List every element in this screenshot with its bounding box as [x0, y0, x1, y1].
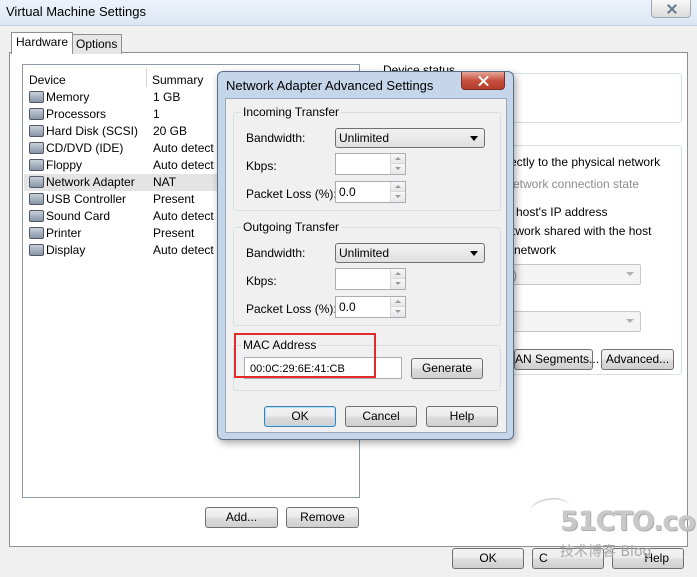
outgoing-kbps-spinner[interactable] [335, 268, 406, 290]
close-icon[interactable] [651, 0, 691, 18]
device-name: Processors [46, 107, 107, 121]
outgoing-packet-loss-spinner[interactable]: 0.0 [335, 296, 406, 318]
chevron-down-icon [470, 251, 478, 256]
remove-button[interactable]: Remove [286, 507, 359, 528]
spin-down-icon[interactable] [391, 164, 405, 174]
spin-up-icon[interactable] [391, 269, 405, 279]
incoming-packet-loss-label: Packet Loss (%): [246, 187, 337, 201]
device-summary: Auto detect [153, 141, 214, 155]
device-name: Network Adapter [46, 175, 135, 189]
close-icon[interactable] [461, 72, 505, 90]
replicate-description: etwork connection state [513, 177, 640, 191]
ok-button[interactable]: OK [452, 548, 524, 569]
incoming-packet-loss-value: 0.0 [339, 185, 356, 199]
column-divider [146, 68, 147, 87]
device-name: CD/DVD (IDE) [46, 141, 124, 155]
device-name: USB Controller [46, 192, 127, 206]
spinner-buttons[interactable] [390, 154, 405, 174]
dialog-title: Network Adapter Advanced Settings [226, 78, 434, 93]
incoming-packet-loss-spinner[interactable]: 0.0 [335, 181, 406, 203]
tab-hardware[interactable]: Hardware [11, 32, 74, 54]
incoming-bandwidth-select[interactable]: Unlimited [335, 128, 485, 148]
incoming-transfer-title: Incoming Transfer [241, 105, 342, 119]
spin-down-icon[interactable] [391, 307, 405, 317]
spin-up-icon[interactable] [391, 297, 405, 307]
cd-dvd-icon [29, 142, 44, 154]
sound-card-icon [29, 210, 44, 222]
tab-options[interactable]: Options [71, 34, 123, 54]
hard-disk-icon [29, 125, 44, 137]
spin-down-icon[interactable] [391, 192, 405, 202]
outgoing-bandwidth-value: Unlimited [339, 246, 390, 260]
device-summary: Present [153, 192, 195, 206]
window-title: Virtual Machine Settings [6, 4, 146, 19]
spin-down-icon[interactable] [391, 279, 405, 289]
device-summary: NAT [153, 175, 177, 189]
chevron-down-icon [626, 272, 634, 276]
column-header-summary[interactable]: Summary [152, 73, 203, 87]
chevron-down-icon [626, 319, 634, 323]
device-name: Floppy [46, 158, 83, 172]
device-summary: 1 GB [153, 90, 181, 104]
lan-segments-button[interactable]: AN Segments... [514, 349, 599, 370]
column-header-device[interactable]: Device [29, 73, 66, 87]
incoming-bandwidth-value: Unlimited [339, 131, 390, 145]
device-summary: Auto detect [153, 158, 214, 172]
device-summary: 1 [153, 107, 160, 121]
device-name: Sound Card [46, 209, 111, 223]
incoming-bandwidth-label: Bandwidth: [246, 131, 306, 145]
device-name: Memory [46, 90, 90, 104]
device-summary: Auto detect [153, 243, 214, 257]
outgoing-packet-loss-label: Packet Loss (%): [246, 302, 337, 316]
incoming-kbps-label: Kbps: [246, 159, 277, 173]
floppy-icon [29, 159, 44, 171]
outgoing-kbps-label: Kbps: [246, 274, 277, 288]
outgoing-bandwidth-label: Bandwidth: [246, 246, 306, 260]
lan-segment-combo[interactable] [500, 311, 641, 332]
incoming-kbps-spinner[interactable] [335, 153, 406, 175]
printer-icon [29, 227, 44, 239]
nat-description: host's IP address [516, 205, 608, 219]
watermark-text: 技术博客 Blog [560, 544, 652, 560]
display-icon [29, 244, 44, 256]
device-summary: 20 GB [153, 124, 188, 138]
network-adapter-icon [29, 176, 44, 188]
add-button[interactable]: Add... [205, 507, 278, 528]
spin-up-icon[interactable] [391, 182, 405, 192]
device-name: Display [46, 243, 86, 257]
spinner-buttons[interactable] [390, 269, 405, 289]
processor-icon [29, 108, 44, 120]
dialog-body: Incoming Transfer Bandwidth: Unlimited K… [225, 98, 507, 433]
advanced-button[interactable]: Advanced... [601, 349, 674, 370]
outgoing-transfer-title: Outgoing Transfer [241, 220, 342, 234]
usb-controller-icon [29, 193, 44, 205]
spinner-buttons[interactable] [390, 182, 405, 202]
title-bar: Virtual Machine Settings [0, 0, 697, 26]
custom-description: network [514, 243, 557, 257]
generate-button[interactable]: Generate [411, 358, 483, 379]
device-name: Printer [46, 226, 82, 240]
network-adapter-advanced-dialog: Network Adapter Advanced Settings Incomi… [217, 71, 514, 440]
spin-up-icon[interactable] [391, 154, 405, 164]
outgoing-packet-loss-value: 0.0 [339, 300, 356, 314]
custom-network-combo[interactable]: ) [500, 264, 641, 285]
outgoing-bandwidth-select[interactable]: Unlimited [335, 243, 485, 263]
device-summary: Auto detect [153, 209, 214, 223]
device-name: Hard Disk (SCSI) [46, 124, 139, 138]
hostonly-description: twork shared with the host [512, 224, 652, 238]
chevron-down-icon [470, 136, 478, 141]
device-summary: Present [153, 226, 195, 240]
dialog-ok-button[interactable]: OK [264, 406, 336, 427]
spinner-buttons[interactable] [390, 297, 405, 317]
watermark-logo: 51CTO.com [560, 506, 697, 537]
memory-icon [29, 91, 44, 103]
mac-address-highlight-box [234, 333, 376, 378]
dialog-help-button[interactable]: Help [426, 406, 498, 427]
bridged-description: ectly to the physical network [510, 155, 661, 169]
dialog-cancel-button[interactable]: Cancel [345, 406, 417, 427]
